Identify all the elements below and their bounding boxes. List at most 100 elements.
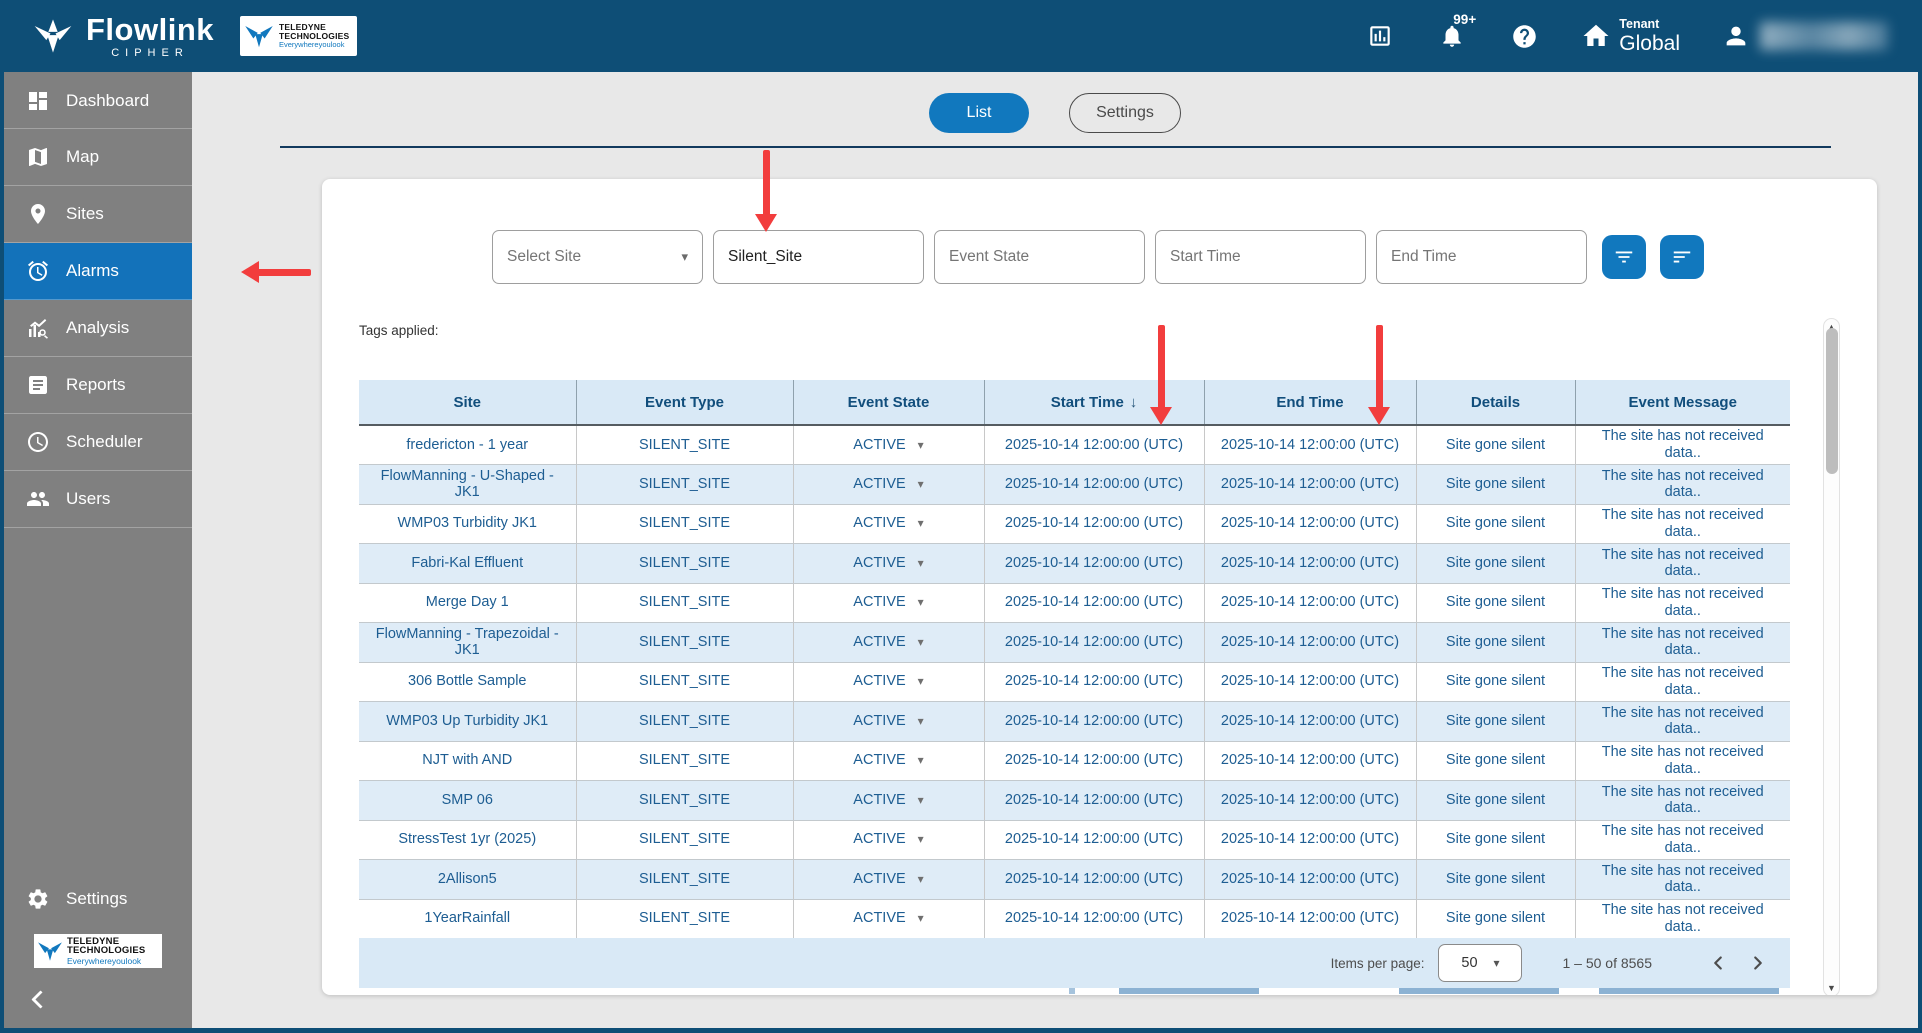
event-state-value: ACTIVE — [853, 791, 906, 808]
sidebar-item-scheduler[interactable]: Scheduler — [4, 414, 192, 471]
event-message-cell: The site has not received data.. — [1575, 464, 1790, 505]
chevron-left-icon — [1714, 956, 1722, 970]
event-state-cell[interactable]: ACTIVE ▾ — [793, 780, 985, 821]
sidebar-item-label: Analysis — [66, 318, 130, 337]
alarm-clock-icon — [28, 260, 48, 281]
user-menu[interactable] — [1722, 22, 1888, 50]
start-time-cell: 2025-10-14 12:00:00 (UTC) — [984, 543, 1205, 584]
col-header-site[interactable]: Site — [359, 380, 577, 426]
sidebar-item-label: Reports — [66, 375, 126, 394]
table-row: 1YearRainfall SILENT_SITE ACTIVE ▾ 2025-10-1… — [359, 899, 1790, 939]
event-state-cell[interactable]: ACTIVE ▾ — [793, 622, 985, 663]
start-time-field[interactable] — [1155, 230, 1366, 284]
col-header-event-message[interactable]: Event Message — [1575, 380, 1790, 426]
site-cell: WMP03 Up Turbidity JK1 — [359, 701, 577, 742]
site-filter-field[interactable] — [713, 230, 924, 284]
sidebar-item-dashboard[interactable]: Dashboard — [4, 72, 192, 129]
select-site-dropdown[interactable]: Select Site ▾ — [492, 230, 703, 284]
sidebar-item-reports[interactable]: Reports — [4, 357, 192, 414]
app-window: Flowlink CIPHER TELEDYNE TECHNOLOGIES Ev… — [0, 0, 1922, 1033]
sidebar-item-settings[interactable]: Settings — [4, 871, 192, 928]
sort-button[interactable] — [1660, 235, 1704, 279]
end-time-cell: 2025-10-14 12:00:00 (UTC) — [1204, 741, 1417, 781]
col-header-event-state[interactable]: Event State — [793, 380, 985, 426]
event-state-cell[interactable]: ACTIVE ▾ — [793, 425, 985, 465]
user-icon — [1726, 26, 1746, 46]
chevron-down-icon: ▾ — [917, 674, 924, 689]
report-document-icon — [29, 376, 47, 394]
event-state-cell[interactable]: ACTIVE ▾ — [793, 859, 985, 900]
sidebar-item-sites[interactable]: Sites — [4, 186, 192, 243]
event-state-cell[interactable]: ACTIVE ▾ — [793, 899, 985, 939]
col-header-event-type[interactable]: Event Type — [576, 380, 794, 426]
event-state-field[interactable] — [934, 230, 1145, 284]
table-row: WMP03 Up Turbidity JK1 SILENT_SITE ACTIVE ▾… — [359, 701, 1790, 742]
end-time-cell: 2025-10-14 12:00:00 (UTC) — [1204, 701, 1417, 742]
sidebar-item-label: Alarms — [66, 261, 119, 280]
scroll-down-arrow-icon[interactable]: ▼ — [1824, 981, 1839, 995]
table-pagination: Items per page: 50 ▾ 1 – 50 of 8565 — [359, 938, 1790, 988]
start-time-input[interactable] — [1170, 248, 1351, 266]
scrollbar-thumb[interactable] — [1825, 328, 1838, 474]
event-type-cell: SILENT_SITE — [576, 741, 794, 781]
filter-button[interactable] — [1602, 235, 1646, 279]
annotation-arrow-start-time — [1150, 325, 1172, 425]
details-cell: Site gone silent — [1416, 622, 1576, 663]
table-row: FlowManning - U-Shaped - JK1 SILENT_SITE A… — [359, 464, 1790, 505]
sidebar-item-label: Settings — [66, 889, 128, 908]
list-tab-button[interactable]: List — [929, 93, 1029, 133]
chevron-down-icon: ▾ — [1493, 956, 1500, 970]
col-header-label: Start Time — [1050, 393, 1124, 411]
sidebar-item-users[interactable]: Users — [4, 471, 192, 528]
col-header-details[interactable]: Details — [1416, 380, 1576, 426]
end-time-input[interactable] — [1391, 248, 1572, 266]
items-per-page-select[interactable]: 50 ▾ — [1438, 944, 1523, 982]
brand-subtitle: CIPHER — [111, 46, 189, 59]
help-icon[interactable] — [1509, 21, 1539, 51]
start-time-cell: 2025-10-14 12:00:00 (UTC) — [984, 583, 1205, 623]
table-row: NJT with AND SILENT_SITE ACTIVE ▾ 2025-10-14… — [359, 741, 1790, 781]
table-row: Fabri-Kal Effluent SILENT_SITE ACTIVE ▾ 2025… — [359, 543, 1790, 584]
event-state-cell[interactable]: ACTIVE ▾ — [793, 662, 985, 702]
chevron-down-icon: ▾ — [917, 871, 924, 886]
chevron-down-icon: ▾ — [917, 555, 924, 570]
sidebar-item-analysis[interactable]: Analysis — [4, 300, 192, 357]
site-cell: 1YearRainfall — [359, 899, 577, 939]
event-state-input[interactable] — [949, 248, 1130, 266]
settings-tab-button[interactable]: Settings — [1069, 93, 1181, 133]
chevron-down-icon: ▾ — [917, 832, 924, 847]
event-state-cell[interactable]: ACTIVE ▾ — [793, 701, 985, 742]
details-cell: Site gone silent — [1416, 464, 1576, 505]
user-name-redacted — [1760, 22, 1888, 50]
location-pin-icon — [31, 204, 45, 224]
event-state-cell[interactable]: ACTIVE ▾ — [793, 464, 985, 505]
event-state-cell[interactable]: ACTIVE ▾ — [793, 820, 985, 860]
end-time-cell: 2025-10-14 12:00:00 (UTC) — [1204, 425, 1417, 465]
end-time-field[interactable] — [1376, 230, 1587, 284]
event-type-cell: SILENT_SITE — [576, 583, 794, 623]
sidebar-collapse-chevron-icon[interactable] — [28, 990, 48, 1010]
event-state-cell[interactable]: ACTIVE ▾ — [793, 504, 985, 544]
site-cell: SMP 06 — [359, 780, 577, 821]
tags-applied-label: Tags applied: — [359, 323, 439, 338]
event-state-cell[interactable]: ACTIVE ▾ — [793, 741, 985, 781]
previous-page-button[interactable] — [1698, 943, 1738, 983]
notifications-bell-icon[interactable]: 99+ — [1437, 12, 1476, 51]
details-cell: Site gone silent — [1416, 741, 1576, 781]
details-cell: Site gone silent — [1416, 425, 1576, 465]
event-state-cell[interactable]: ACTIVE ▾ — [793, 583, 985, 623]
annotation-arrow-end-time — [1368, 325, 1390, 425]
sidebar-item-alarms[interactable]: Alarms — [4, 243, 192, 300]
event-state-cell[interactable]: ACTIVE ▾ — [793, 543, 985, 584]
reports-chart-icon[interactable] — [1365, 21, 1395, 51]
event-state-value: ACTIVE — [853, 870, 906, 887]
vertical-scrollbar[interactable]: ▲ ▼ — [1823, 318, 1840, 995]
site-filter-input[interactable] — [728, 248, 909, 266]
event-message-cell: The site has not received data.. — [1575, 741, 1790, 781]
next-page-button[interactable] — [1738, 943, 1778, 983]
sidebar-item-label: Sites — [66, 204, 104, 223]
event-message-cell: The site has not received data.. — [1575, 425, 1790, 465]
chevron-down-icon: ▾ — [681, 249, 688, 264]
tenant-selector[interactable]: Tenant Global — [1581, 18, 1680, 54]
sidebar-item-map[interactable]: Map — [4, 129, 192, 186]
